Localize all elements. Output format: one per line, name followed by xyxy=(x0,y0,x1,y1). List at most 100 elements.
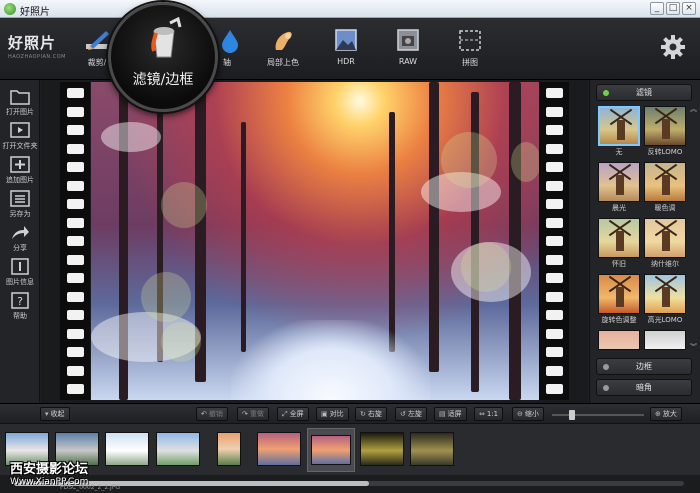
film-sprocket-hole xyxy=(546,273,563,283)
film-sprocket-hole xyxy=(546,217,563,228)
redo-button[interactable]: ↷ 重做 xyxy=(237,407,269,421)
gear-icon[interactable] xyxy=(660,34,686,60)
rotate-left-button[interactable]: ↺ 左旋 xyxy=(395,407,427,421)
scroll-up-icon[interactable]: ︽ xyxy=(690,104,697,114)
tool-hdr-label: HDR xyxy=(337,57,355,66)
film-sprocket-hole xyxy=(67,328,84,339)
film-sprocket-hole xyxy=(546,180,563,191)
filter-thumb-highlight-lomo[interactable]: 高光LOMO xyxy=(644,274,686,326)
section-dot-icon xyxy=(603,385,609,391)
fullscreen-button[interactable]: ⤢ 全屏 xyxy=(277,407,309,421)
filter-thumb-reverse-lomo[interactable]: 反转LOMO xyxy=(644,106,686,158)
filter-thumb-nashville[interactable]: 纳什维尔 xyxy=(644,218,686,270)
filter-thumb-label: 晨光 xyxy=(612,204,626,212)
rotate-right-button[interactable]: ↻ 右旋 xyxy=(355,407,387,421)
compare-button[interactable]: ▣ 对比 xyxy=(316,407,349,421)
preview-photo[interactable] xyxy=(91,82,539,400)
fit-screen-button[interactable]: ▤ 适屏 xyxy=(434,407,467,421)
filter-thumb-label: 暖色调 xyxy=(654,204,676,212)
scroll-down-icon[interactable]: ︾ xyxy=(690,342,697,352)
fullscreen-icon: ⤢ xyxy=(282,410,288,418)
zoom-slider-knob[interactable] xyxy=(569,410,575,420)
filmstrip-thumb[interactable] xyxy=(217,432,241,466)
vignette-section-header[interactable]: 暗角 xyxy=(596,379,692,396)
tool-collage-label: 拼图 xyxy=(462,58,478,67)
film-border-left xyxy=(60,82,90,400)
tool-hdr[interactable]: HDR xyxy=(323,26,369,74)
sidebar-add-image[interactable]: 追加图片 xyxy=(0,156,40,185)
sidebar-open-image[interactable]: 打开图片 xyxy=(0,88,40,117)
tool-raw[interactable]: RAW xyxy=(385,26,431,74)
filter-thumb-rotate-hue[interactable]: 旋转色调整 xyxy=(598,274,640,326)
filter-scrollbar[interactable]: ︽ ︾ xyxy=(690,104,697,354)
sidebar-share[interactable]: 分享 xyxy=(0,224,40,253)
logo-name: 好照片 xyxy=(8,34,57,52)
watermark: 西安摄影论坛 Www.XianPP.Com xyxy=(10,458,88,487)
filmstrip-thumb-selected[interactable] xyxy=(307,428,355,472)
filter-thumb-label: 旋转色调整 xyxy=(601,316,637,324)
filter-thumb-vintage[interactable]: 怀旧 xyxy=(598,218,640,270)
film-sprocket-hole xyxy=(546,310,563,320)
tool-filter-border[interactable]: 滤镜/边框 xyxy=(108,2,218,112)
film-sprocket-hole xyxy=(546,162,563,172)
filmstrip-thumb[interactable] xyxy=(156,432,200,466)
filter-thumb-label: 纳什维尔 xyxy=(651,260,679,268)
film-sprocket-hole xyxy=(67,365,84,376)
tool-collage[interactable]: 拼图 xyxy=(447,26,493,74)
chevron-down-icon: ▾ xyxy=(45,410,49,418)
left-sidebar: 打开图片 打开文件夹 追加图片 另存为 分享 图片信息 ? 帮助 xyxy=(0,80,40,403)
filmstrip-thumb[interactable] xyxy=(360,432,404,466)
zoom-in-button[interactable]: ⊕ 放大 xyxy=(650,407,682,421)
collapse-button[interactable]: ▾ 收起 xyxy=(40,407,70,421)
film-sprocket-hole xyxy=(67,384,84,394)
filter-section-header[interactable]: 滤镜 xyxy=(596,84,692,101)
window-title: 好照片 xyxy=(20,7,50,18)
sidebar-open-folder[interactable]: 打开文件夹 xyxy=(0,122,40,151)
close-button[interactable]: × xyxy=(682,2,696,15)
filter-thumb-none[interactable]: 无 xyxy=(598,106,640,158)
maximize-button[interactable]: □ xyxy=(666,2,680,15)
app-icon xyxy=(4,3,16,15)
zoom-slider[interactable] xyxy=(552,410,644,420)
redo-icon: ↷ xyxy=(242,410,248,418)
tool-raw-label: RAW xyxy=(398,57,418,66)
zoom-out-button[interactable]: ⊖ 缩小 xyxy=(512,407,544,421)
film-sprocket-hole xyxy=(546,291,563,302)
filter-thumb-extra-1[interactable] xyxy=(598,330,640,350)
film-sprocket-hole xyxy=(67,273,84,283)
filmstrip-thumb[interactable] xyxy=(410,432,454,466)
border-section-header[interactable]: 边框 xyxy=(596,358,692,375)
filter-thumb-label: 高光LOMO xyxy=(647,316,683,324)
filter-thumb-morning[interactable]: 晨光 xyxy=(598,162,640,214)
film-sprocket-hole xyxy=(546,88,563,98)
tool-local-color[interactable]: 局部上色 xyxy=(260,26,306,74)
filter-thumb-extra-2[interactable] xyxy=(644,330,686,350)
sidebar-save-as[interactable]: 另存为 xyxy=(0,190,40,219)
collage-icon xyxy=(459,30,481,51)
undo-button[interactable]: ↶ 撤销 xyxy=(196,407,228,421)
filter-thumb-label: 无 xyxy=(615,148,623,156)
minimize-button[interactable]: _ xyxy=(650,2,664,15)
film-sprocket-hole xyxy=(67,347,84,357)
filmstrip-thumb[interactable] xyxy=(257,432,301,466)
sidebar-save-as-label: 另存为 xyxy=(9,210,31,218)
paint-bucket-icon xyxy=(151,17,182,58)
filter-thumb-warm[interactable]: 暖色调 xyxy=(644,162,686,214)
sidebar-image-info[interactable]: 图片信息 xyxy=(0,258,40,287)
share-icon xyxy=(12,226,29,239)
filter-section-title: 滤镜 xyxy=(636,88,652,97)
svg-text:?: ? xyxy=(17,295,23,308)
actual-size-button[interactable]: ⇔ 1:1 xyxy=(474,407,504,421)
film-sprocket-hole xyxy=(546,125,563,135)
film-sprocket-hole xyxy=(67,199,84,209)
save-as-icon xyxy=(10,190,30,207)
hdr-icon xyxy=(335,29,357,51)
photo-canvas[interactable] xyxy=(41,80,588,403)
local-color-icon xyxy=(275,31,292,50)
compare-icon: ▣ xyxy=(321,410,328,418)
filmstrip-thumb[interactable] xyxy=(105,432,149,466)
film-sprocket-hole xyxy=(67,88,84,98)
sidebar-help[interactable]: ? 帮助 xyxy=(0,292,40,321)
raw-icon xyxy=(397,29,419,51)
vignette-section-title: 暗角 xyxy=(636,383,652,392)
